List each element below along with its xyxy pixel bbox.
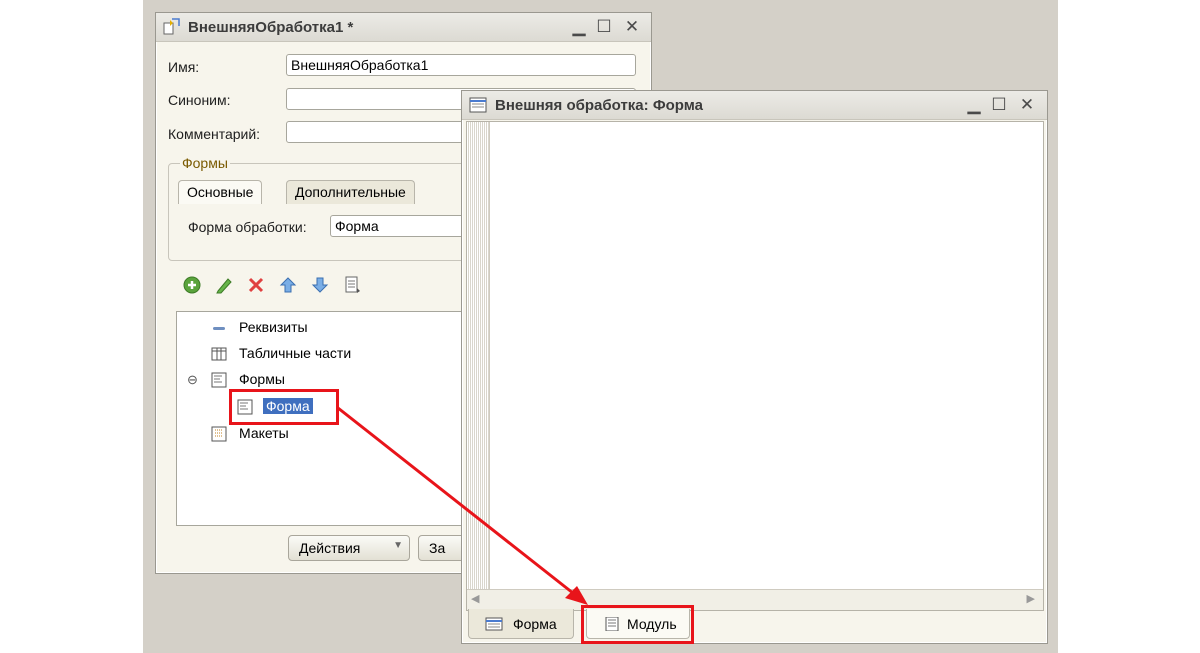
annotation-arrow xyxy=(337,406,588,605)
